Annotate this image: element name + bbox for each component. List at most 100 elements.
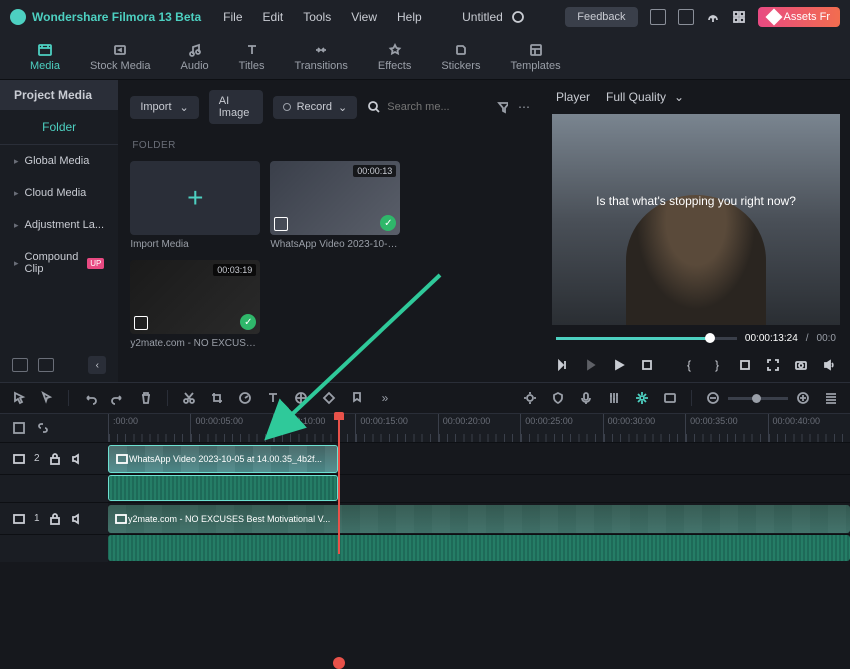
ai-tool-icon[interactable] — [635, 391, 649, 405]
progress-bar[interactable] — [556, 337, 737, 340]
fullscreen-icon[interactable] — [766, 358, 780, 372]
view-grid-icon[interactable] — [824, 391, 838, 405]
new-bin-icon[interactable] — [38, 358, 54, 372]
player-tab[interactable]: Player — [556, 90, 590, 104]
mute-icon[interactable] — [70, 452, 84, 466]
cloud-upload-icon[interactable] — [706, 10, 720, 24]
tab-transitions[interactable]: Transitions — [295, 42, 348, 72]
tab-media[interactable]: Media — [30, 42, 60, 72]
new-folder-icon[interactable] — [12, 358, 28, 372]
highlight-icon[interactable] — [523, 391, 537, 405]
audio-clip[interactable] — [108, 535, 850, 561]
tab-effects[interactable]: Effects — [378, 42, 411, 72]
play-icon[interactable] — [612, 358, 626, 372]
zoom-out-icon[interactable] — [706, 391, 720, 405]
import-thumb[interactable]: + — [130, 161, 260, 235]
collapse-sidebar-button[interactable]: ‹ — [88, 356, 106, 374]
tab-templates[interactable]: Templates — [510, 42, 560, 72]
effects-icon — [385, 42, 405, 58]
volume-icon[interactable] — [822, 358, 836, 372]
sidebar-item-compound[interactable]: ▸Compound ClipUP — [0, 241, 118, 285]
undo-icon[interactable] — [83, 391, 97, 405]
menu-edit[interactable]: Edit — [263, 10, 284, 24]
zoom-in-icon[interactable] — [796, 391, 810, 405]
ai-image-button[interactable]: AI Image — [209, 90, 263, 124]
sidebar-header[interactable]: Project Media — [0, 80, 118, 110]
search-input[interactable] — [387, 101, 487, 113]
mute-icon[interactable] — [70, 512, 84, 526]
filter-icon[interactable] — [497, 100, 508, 114]
playhead[interactable] — [338, 414, 340, 554]
track-options-icon[interactable] — [12, 421, 26, 435]
mark-out-icon[interactable]: } — [710, 358, 724, 372]
prev-frame-icon[interactable] — [556, 358, 570, 372]
record-dropdown[interactable]: Record⌄ — [273, 96, 358, 119]
tab-audio[interactable]: Audio — [181, 42, 209, 72]
keyframe-icon[interactable] — [322, 391, 336, 405]
apps-icon[interactable] — [732, 10, 746, 24]
render-icon[interactable] — [663, 391, 677, 405]
delete-icon[interactable] — [139, 391, 153, 405]
play-back-icon[interactable] — [584, 358, 598, 372]
sidebar-item-adjustment[interactable]: ▸Adjustment La... — [0, 209, 118, 241]
tab-titles[interactable]: Titles — [239, 42, 265, 72]
folder-tab[interactable]: Folder — [0, 110, 118, 145]
media-item-import[interactable]: + Import Media — [130, 161, 260, 250]
redo-icon[interactable] — [111, 391, 125, 405]
tab-stickers[interactable]: Stickers — [441, 42, 480, 72]
timeline-clip[interactable]: WhatsApp Video 2023-10-05 at 14.00.35_4b… — [108, 445, 338, 473]
time-ruler[interactable]: :00:00 00:00:05:00 00:00:10:00 00:00:15:… — [108, 414, 850, 442]
audio-clip[interactable] — [108, 475, 338, 501]
sidebar-item-cloud-media[interactable]: ▸Cloud Media — [0, 177, 118, 209]
speed-icon[interactable] — [238, 391, 252, 405]
track-body[interactable] — [108, 475, 850, 502]
mark-in-icon[interactable]: { — [682, 358, 696, 372]
color-icon[interactable] — [294, 391, 308, 405]
assets-button[interactable]: Assets Fr — [758, 7, 840, 27]
snapshot-icon[interactable] — [794, 358, 808, 372]
menu-file[interactable]: File — [223, 10, 242, 24]
pointer-tool-icon[interactable] — [12, 391, 26, 405]
track-body[interactable] — [108, 535, 850, 562]
shield-icon[interactable] — [551, 391, 565, 405]
preview-viewport[interactable]: Is that what's stopping you right now? — [552, 114, 840, 325]
media-item[interactable]: 00:00:13✓ WhatsApp Video 2023-10-05... — [270, 161, 400, 250]
zoom-slider[interactable] — [728, 397, 788, 400]
menu-help[interactable]: Help — [397, 10, 422, 24]
more-icon[interactable]: ⋯ — [518, 100, 530, 114]
mic-icon[interactable] — [579, 391, 593, 405]
track-body[interactable]: y2mate.com - NO EXCUSES Best Motivationa… — [108, 503, 850, 534]
screen-icon[interactable] — [650, 9, 666, 25]
mixer-icon[interactable] — [607, 391, 621, 405]
track-header[interactable]: 1 — [0, 503, 108, 534]
stop-icon[interactable] — [640, 358, 654, 372]
text-tool-icon[interactable] — [266, 391, 280, 405]
media-item[interactable]: 00:03:19✓ y2mate.com - NO EXCUSES ... — [130, 260, 260, 349]
crop-icon[interactable] — [738, 358, 752, 372]
media-thumb[interactable]: 00:00:13✓ — [270, 161, 400, 235]
marker-icon[interactable] — [350, 391, 364, 405]
track-header[interactable]: 2 — [0, 443, 108, 474]
link-icon[interactable] — [36, 421, 50, 435]
save-icon[interactable] — [678, 9, 694, 25]
tab-stock-media[interactable]: Stock Media — [90, 42, 151, 72]
cut-icon[interactable] — [182, 391, 196, 405]
lock-icon[interactable] — [48, 452, 62, 466]
quality-dropdown[interactable]: Full Quality⌄ — [606, 90, 684, 104]
import-dropdown[interactable]: Import⌄ — [130, 96, 198, 119]
progress-handle[interactable] — [705, 333, 715, 343]
sidebar-item-global-media[interactable]: ▸Global Media — [0, 145, 118, 177]
zoom-handle[interactable] — [752, 394, 761, 403]
media-thumb[interactable]: 00:03:19✓ — [130, 260, 260, 334]
lock-icon[interactable] — [48, 512, 62, 526]
track-body[interactable]: WhatsApp Video 2023-10-05 at 14.00.35_4b… — [108, 443, 850, 474]
menu-view[interactable]: View — [351, 10, 377, 24]
select-tool-icon[interactable] — [40, 391, 54, 405]
menu-tools[interactable]: Tools — [303, 10, 331, 24]
timeline-clip[interactable]: y2mate.com - NO EXCUSES Best Motivationa… — [108, 505, 850, 533]
record-dot-icon — [283, 103, 291, 111]
feedback-button[interactable]: Feedback — [565, 7, 637, 27]
overflow-icon[interactable]: » — [378, 391, 392, 405]
search-icon[interactable] — [367, 100, 381, 114]
crop-tool-icon[interactable] — [210, 391, 224, 405]
